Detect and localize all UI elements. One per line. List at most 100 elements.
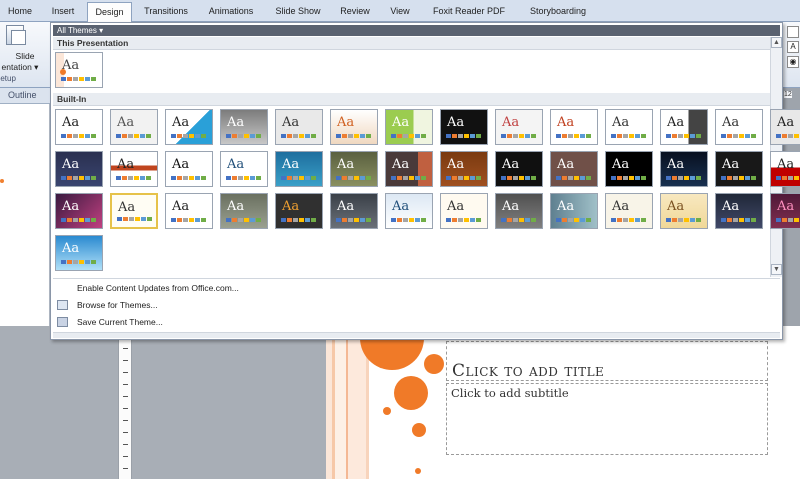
tab-slide-show[interactable]: Slide Show — [266, 2, 330, 22]
theme-color-swatches — [556, 176, 591, 180]
tab-transitions[interactable]: Transitions — [134, 2, 198, 22]
theme-thumbnail-builtin[interactable]: Aa — [165, 151, 213, 187]
theme-sample-text: Aa — [392, 157, 410, 172]
theme-thumbnail-builtin[interactable]: Aa — [110, 109, 158, 145]
slide-orientation-icon[interactable] — [6, 25, 26, 45]
gallery-separator — [53, 278, 780, 279]
theme-thumbnail-builtin[interactable]: Aa — [275, 151, 323, 187]
theme-sample-text: Aa — [337, 157, 355, 172]
subtitle-placeholder[interactable]: Click to add subtitle — [446, 383, 768, 455]
theme-thumbnail-builtin[interactable]: Aa — [495, 151, 543, 187]
tab-home[interactable]: Home — [0, 2, 40, 22]
theme-thumbnail-builtin[interactable]: Aa — [110, 193, 158, 229]
theme-thumbnail-builtin[interactable]: Aa — [550, 151, 598, 187]
theme-thumbnail-builtin[interactable]: Aa — [110, 151, 158, 187]
theme-colors-icon[interactable] — [787, 26, 799, 38]
theme-thumbnail-builtin[interactable]: Aa — [770, 109, 800, 145]
theme-color-swatches — [116, 176, 151, 180]
browse-for-themes-item[interactable]: Browse for Themes... — [53, 297, 782, 313]
theme-thumbnail-builtin[interactable]: Aa — [220, 109, 268, 145]
subtitle-placeholder-text: Click to add subtitle — [451, 386, 569, 400]
theme-color-swatches — [776, 218, 800, 222]
theme-thumbnail-builtin[interactable]: Aa — [275, 109, 323, 145]
theme-thumbnail-builtin[interactable]: Aa — [440, 109, 488, 145]
theme-thumbnail-builtin[interactable]: Aa — [165, 109, 213, 145]
theme-thumbnail-builtin[interactable]: Aa — [495, 193, 543, 229]
theme-color-swatches — [776, 134, 800, 138]
theme-sample-text: Aa — [447, 199, 465, 214]
theme-color-swatches — [611, 218, 646, 222]
tab-design[interactable]: Design — [87, 2, 132, 22]
theme-thumbnail-builtin[interactable]: Aa — [330, 193, 378, 229]
decorative-circle — [412, 423, 426, 437]
tab-outline[interactable]: Outline — [8, 90, 37, 100]
save-current-theme-item[interactable]: Save Current Theme... — [53, 314, 782, 330]
theme-thumbnail-current[interactable]: Aa — [55, 52, 103, 88]
theme-thumbnail-builtin[interactable]: Aa — [220, 151, 268, 187]
slide-orientation-label-1[interactable]: Slide — [0, 51, 50, 61]
theme-thumbnail-builtin[interactable]: Aa — [330, 151, 378, 187]
theme-thumbnail-builtin[interactable]: Aa — [715, 193, 763, 229]
theme-color-swatches — [391, 176, 426, 180]
theme-thumbnail-builtin[interactable]: Aa — [770, 193, 800, 229]
theme-thumbnail-builtin[interactable]: Aa — [770, 151, 800, 187]
theme-thumbnail-builtin[interactable]: Aa — [220, 193, 268, 229]
theme-thumbnail-builtin[interactable]: Aa — [605, 109, 653, 145]
theme-thumbnail-builtin[interactable]: Aa — [660, 109, 708, 145]
theme-thumbnail-builtin[interactable]: Aa — [440, 151, 488, 187]
title-placeholder[interactable]: Click to add title — [446, 341, 768, 381]
theme-sample-text: Aa — [777, 157, 795, 172]
gallery-filter-header[interactable]: All Themes ▾ — [53, 25, 780, 36]
theme-thumbnail-builtin[interactable]: Aa — [495, 109, 543, 145]
theme-sample-text: Aa — [722, 199, 740, 214]
theme-thumbnail-builtin[interactable]: Aa — [55, 109, 103, 145]
enable-content-updates-item[interactable]: Enable Content Updates from Office.com..… — [53, 280, 782, 296]
theme-fonts-icon[interactable]: A — [787, 41, 799, 53]
slide-setup-group: Slide entation ▾ Setup — [0, 22, 50, 88]
theme-color-swatches — [336, 134, 371, 138]
theme-thumbnail-builtin[interactable]: Aa — [385, 109, 433, 145]
theme-thumbnail-builtin[interactable]: Aa — [55, 193, 103, 229]
theme-thumbnail-builtin[interactable]: Aa — [715, 151, 763, 187]
theme-color-swatches — [226, 134, 261, 138]
theme-thumbnail-builtin[interactable]: Aa — [605, 151, 653, 187]
theme-thumbnail-builtin[interactable]: Aa — [660, 193, 708, 229]
theme-sample-text: Aa — [612, 115, 630, 130]
save-current-theme-label: Save Current Theme... — [77, 317, 163, 327]
tab-animations[interactable]: Animations — [198, 2, 264, 22]
theme-thumbnail-builtin[interactable]: Aa — [385, 151, 433, 187]
gallery-resize-grip[interactable] — [53, 332, 780, 338]
theme-sample-text: Aa — [172, 157, 190, 172]
slide-thumbnail-pane[interactable] — [0, 104, 50, 326]
theme-thumbnail-builtin[interactable]: Aa — [165, 193, 213, 229]
theme-thumbnail-builtin[interactable]: Aa — [55, 151, 103, 187]
tab-foxit-reader-pdf[interactable]: Foxit Reader PDF — [420, 2, 518, 22]
theme-color-swatches — [117, 217, 152, 221]
tab-insert[interactable]: Insert — [40, 2, 86, 22]
vertical-ruler — [118, 326, 132, 479]
slide[interactable]: Click to add title Click to add subtitle — [326, 326, 800, 479]
theme-thumbnail-builtin[interactable]: Aa — [440, 193, 488, 229]
tab-view[interactable]: View — [380, 2, 420, 22]
theme-thumbnail-builtin[interactable]: Aa — [275, 193, 323, 229]
theme-sample-text: Aa — [62, 241, 80, 256]
ribbon-tab-bar: Home Insert Design Transitions Animation… — [0, 0, 800, 22]
theme-thumbnail-builtin[interactable]: Aa — [550, 109, 598, 145]
theme-thumbnail-builtin[interactable]: Aa — [550, 193, 598, 229]
theme-effects-icon[interactable]: ◉ — [787, 56, 799, 68]
theme-thumbnail-builtin[interactable]: Aa — [55, 235, 103, 271]
theme-color-swatches — [61, 176, 96, 180]
theme-thumbnail-builtin[interactable]: Aa — [660, 151, 708, 187]
theme-thumbnail-builtin[interactable]: Aa — [605, 193, 653, 229]
slide-orientation-label-2[interactable]: entation ▾ — [0, 62, 45, 73]
this-presentation-heading: This Presentation — [53, 37, 772, 50]
theme-thumbnail-builtin[interactable]: Aa — [385, 193, 433, 229]
scroll-down-button[interactable]: ▼ — [771, 264, 782, 275]
theme-thumbnail-builtin[interactable]: Aa — [330, 109, 378, 145]
tab-storyboarding[interactable]: Storyboarding — [520, 2, 596, 22]
theme-thumbnail-builtin[interactable]: Aa — [715, 109, 763, 145]
theme-color-swatches — [721, 176, 756, 180]
tab-review[interactable]: Review — [332, 2, 378, 22]
scroll-up-button[interactable]: ▲ — [771, 37, 782, 48]
theme-color-swatches — [556, 134, 591, 138]
